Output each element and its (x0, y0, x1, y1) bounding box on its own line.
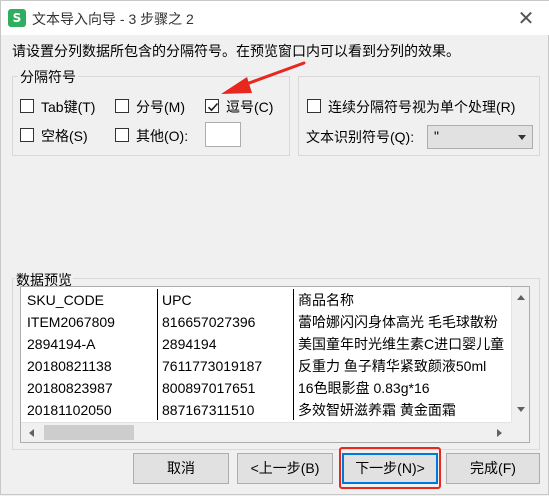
semicolon-checkbox-label: 分号(M) (136, 99, 185, 115)
next-button[interactable]: 下一步(N)> (342, 453, 438, 484)
instruction-text: 请设置分列数据所包含的分隔符号。在预览窗口内可以看到分列的效果。 (12, 43, 460, 59)
table-cell: 反重力 鱼子精华紧致颜液50ml (298, 358, 487, 374)
other-delimiter-input[interactable] (205, 122, 241, 147)
text-qualifier-select[interactable]: " (427, 125, 533, 149)
text-qualifier-value: " (434, 128, 439, 144)
back-button[interactable]: <上一步(B) (237, 453, 333, 484)
semicolon-checkbox-box[interactable] (115, 99, 129, 113)
cancel-button[interactable]: 取消 (133, 453, 229, 484)
scroll-down-icon[interactable] (517, 407, 525, 412)
scroll-up-icon[interactable] (517, 295, 525, 300)
column-header-product-name[interactable]: 商品名称 (298, 289, 510, 311)
table-cell: 7611773019187 (162, 358, 263, 374)
scroll-left-icon[interactable] (29, 429, 34, 437)
tab-checkbox-box[interactable] (20, 99, 34, 113)
space-checkbox[interactable]: 空格(S) (20, 125, 100, 145)
table-cell: 2894194-A (27, 336, 96, 352)
table-cell: 2894194 (162, 336, 217, 352)
horizontal-scroll-thumb[interactable] (44, 425, 134, 440)
horizontal-scrollbar[interactable] (21, 422, 511, 442)
other-checkbox-box[interactable] (115, 128, 129, 142)
table-cell: ITEM2067809 (27, 314, 115, 330)
tab-checkbox-label: Tab键(T) (41, 99, 96, 115)
consecutive-delimiters-label: 连续分隔符号视为单个处理(R) (328, 99, 516, 115)
scrollbar-corner (511, 422, 529, 442)
finish-button[interactable]: 完成(F) (446, 453, 540, 484)
chevron-down-icon (518, 135, 526, 140)
title-bar: S 文本导入向导 - 3 步骤之 2 ✕ (1, 1, 549, 35)
table-cell: 800897017651 (162, 380, 256, 396)
space-checkbox-box[interactable] (20, 128, 34, 142)
column-divider[interactable] (293, 289, 294, 420)
vertical-scrollbar[interactable] (511, 287, 529, 422)
column-header-sku[interactable]: SKU_CODE (27, 289, 155, 311)
other-checkbox-label: 其他(O): (136, 128, 189, 144)
table-cell: 20180823987 (27, 380, 113, 396)
preview-grid: SKU_CODE UPC 商品名称 ITEM2067809 8166570273… (23, 289, 511, 420)
table-cell: 16色眼影盘 0.83g*16 (298, 380, 430, 396)
text-import-wizard-dialog: S 文本导入向导 - 3 步骤之 2 ✕ 请设置分列数据所包含的分隔符号。在预览… (0, 0, 549, 495)
semicolon-checkbox[interactable]: 分号(M) (115, 96, 195, 116)
table-cell: 蕾哈娜闪闪身体高光 毛毛球散粉 (298, 314, 498, 330)
column-divider[interactable] (157, 289, 158, 420)
delimiters-group-label: 分隔符号 (18, 67, 78, 87)
data-preview-pane[interactable]: SKU_CODE UPC 商品名称 ITEM2067809 8166570273… (20, 286, 530, 443)
app-logo-icon: S (8, 9, 26, 27)
window-title: 文本导入向导 - 3 步骤之 2 (32, 11, 194, 27)
consecutive-delimiters-checkbox-box[interactable] (307, 99, 321, 113)
tab-checkbox[interactable]: Tab键(T) (20, 96, 110, 116)
column-header-upc[interactable]: UPC (162, 289, 290, 311)
space-checkbox-label: 空格(S) (41, 128, 88, 144)
comma-checkbox-label: 逗号(C) (226, 99, 274, 115)
other-checkbox[interactable]: 其他(O): (115, 125, 201, 145)
text-qualifier-label: 文本识别符号(Q): (306, 129, 415, 145)
comma-checkbox-box[interactable] (205, 99, 219, 113)
table-cell: 20180821138 (27, 358, 112, 374)
table-cell: 多效智妍滋养霜 黄金面霜 (298, 402, 456, 418)
table-cell: 20181102050 (27, 402, 112, 418)
table-cell: 816657027396 (162, 314, 256, 330)
check-mark-icon (207, 102, 219, 112)
consecutive-delimiters-checkbox[interactable]: 连续分隔符号视为单个处理(R) (307, 96, 537, 116)
table-cell: 美国童年时光维生素C进口婴儿童 (298, 336, 505, 352)
scroll-right-icon[interactable] (497, 429, 502, 437)
close-icon[interactable]: ✕ (513, 5, 539, 31)
comma-checkbox[interactable]: 逗号(C) (205, 96, 285, 116)
table-cell: 887167311510 (162, 402, 255, 418)
